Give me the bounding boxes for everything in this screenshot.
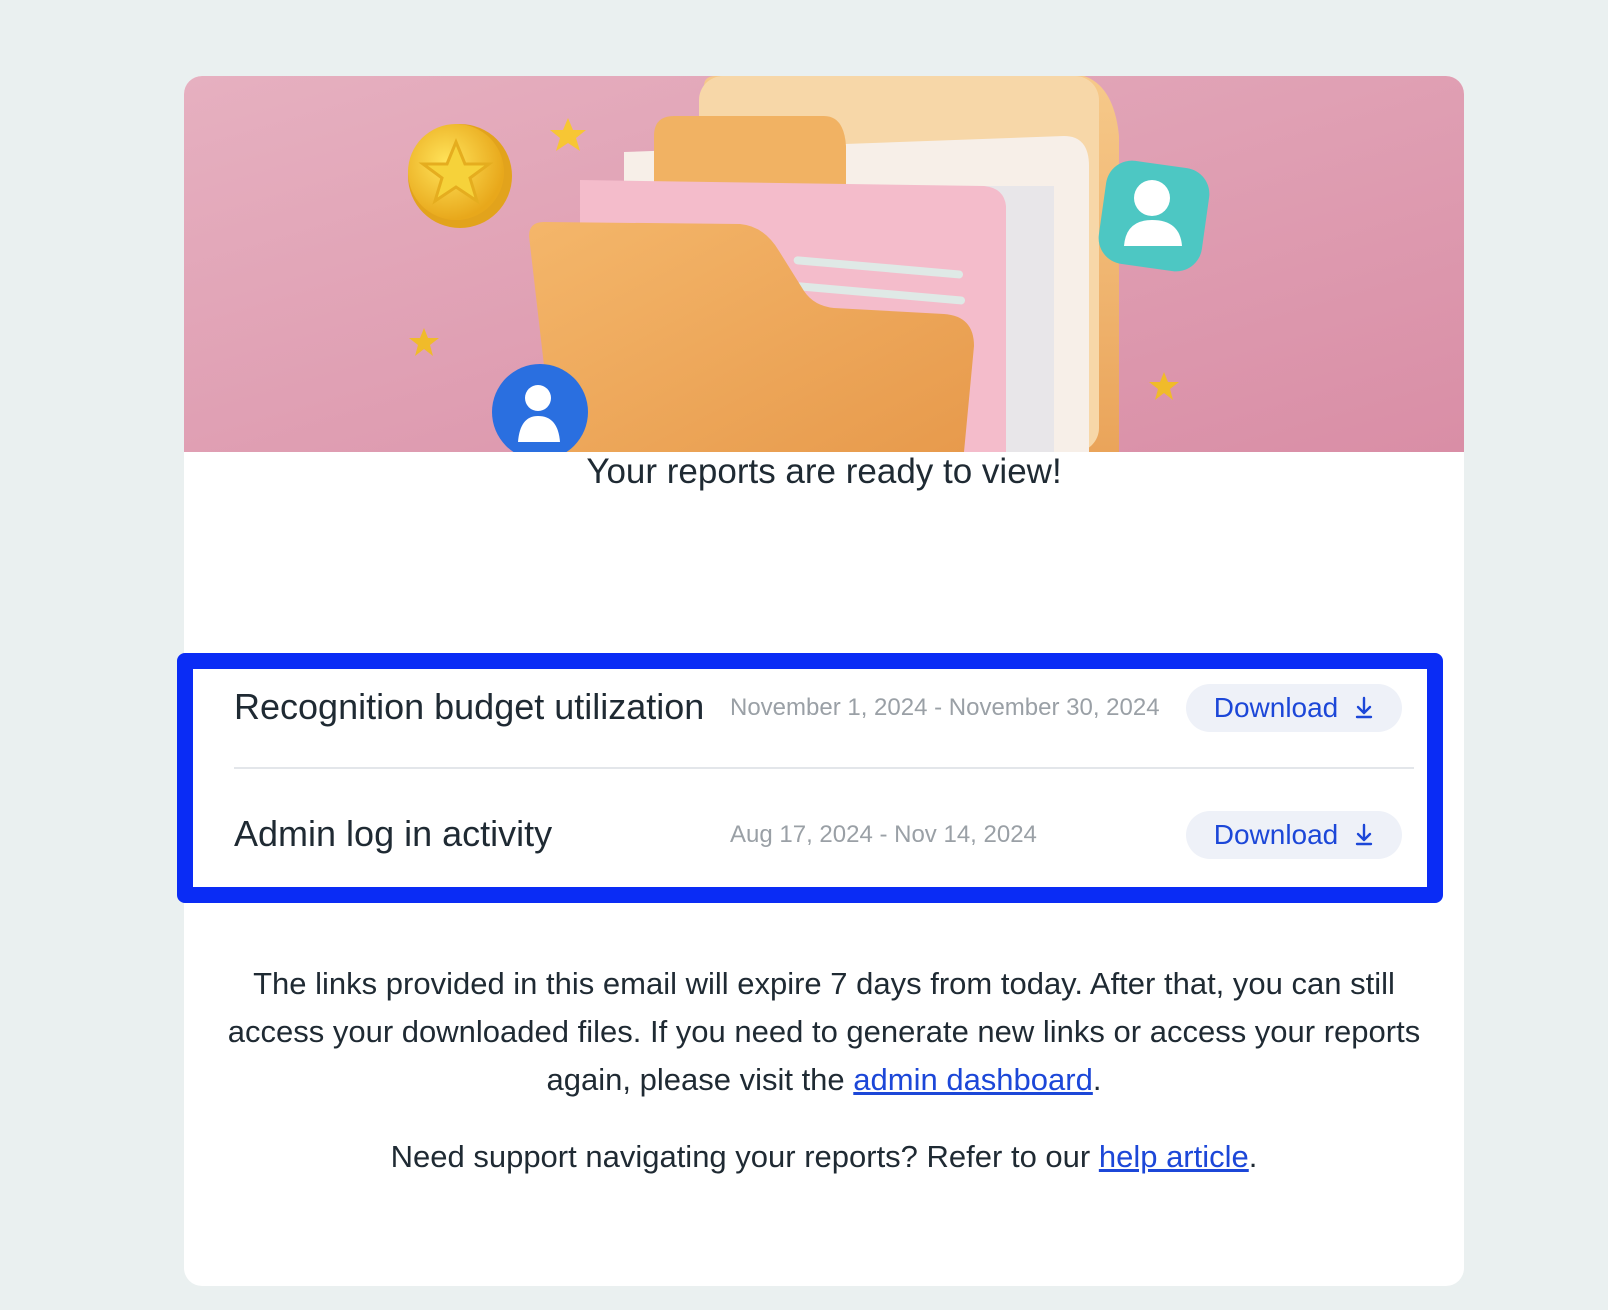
expiry-period: . <box>1092 1062 1102 1097</box>
report-row: Recognition budget utilization November … <box>234 650 1414 760</box>
page-title: Your reports are ready to view! <box>586 452 1062 491</box>
folder-illustration <box>184 76 1464 452</box>
report-date-range: November 1, 2024 - November 30, 2024 <box>730 694 1160 721</box>
download-label: Download <box>1213 819 1339 850</box>
support-notice: Need support navigating your reports? Re… <box>224 1133 1424 1181</box>
expiry-notice: The links provided in this email will ex… <box>224 960 1424 1104</box>
admin-dashboard-link[interactable]: admin dashboard <box>853 1062 1093 1097</box>
download-icon <box>1354 823 1374 847</box>
report-name: Admin log in activity <box>234 813 553 854</box>
support-text: Need support navigating your reports? Re… <box>390 1139 1099 1174</box>
download-button[interactable]: Download <box>1186 811 1402 859</box>
report-date-range: Aug 17, 2024 - Nov 14, 2024 <box>730 821 1037 848</box>
download-label: Download <box>1213 692 1339 723</box>
download-button[interactable]: Download <box>1186 684 1402 732</box>
support-period: . <box>1248 1139 1258 1174</box>
download-icon <box>1354 696 1374 720</box>
report-row: Admin log in activity Aug 17, 2024 - Nov… <box>234 777 1414 887</box>
help-article-link[interactable]: help article <box>1099 1139 1249 1174</box>
hero-banner <box>184 76 1464 452</box>
report-name: Recognition budget utilization <box>234 686 705 727</box>
expiry-text: The links provided in this email will ex… <box>227 966 1421 1097</box>
report-divider <box>234 767 1414 769</box>
